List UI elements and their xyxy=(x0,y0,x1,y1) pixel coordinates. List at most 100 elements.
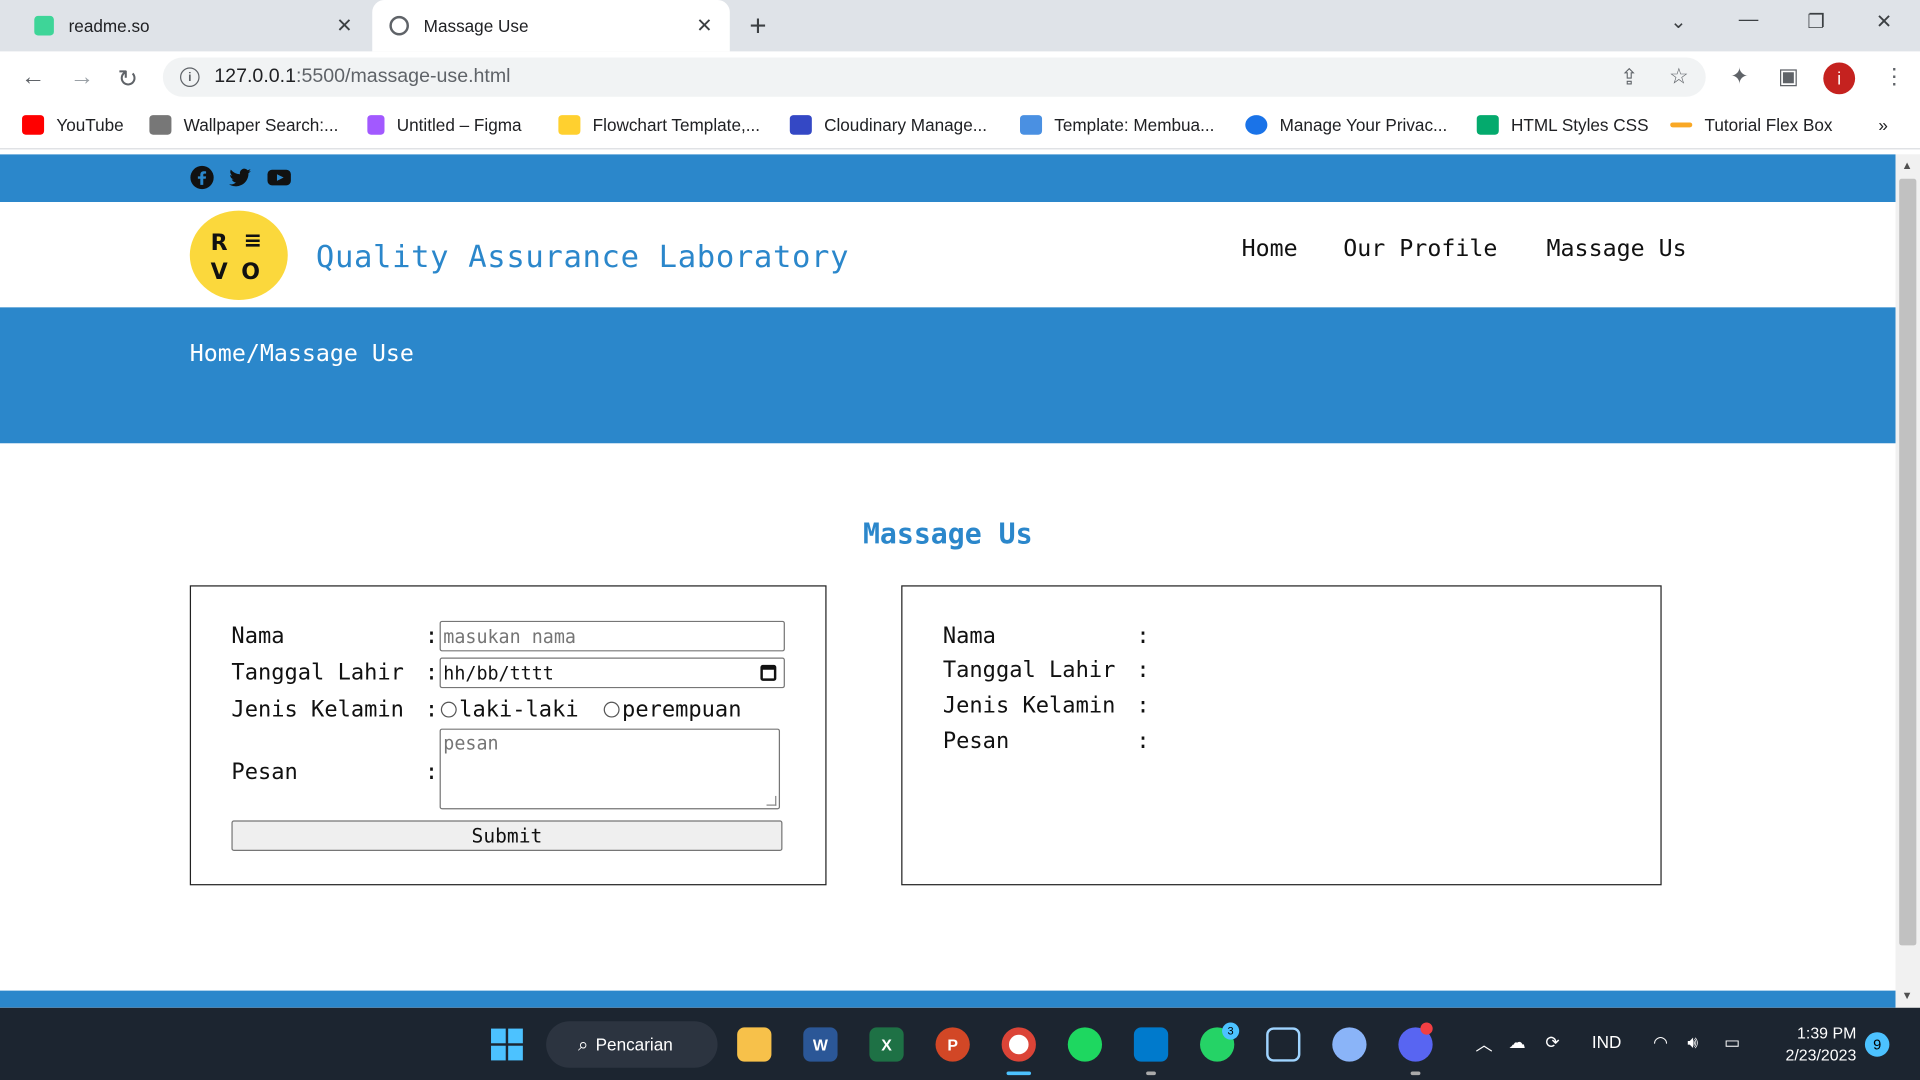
bookmark-html-styles[interactable]: HTML Styles CSS xyxy=(1476,115,1649,135)
resize-grip-icon[interactable] xyxy=(766,795,777,806)
submit-button[interactable]: Submit xyxy=(231,820,783,852)
tanggal-input[interactable]: hh/bb/tttt xyxy=(439,657,785,689)
youtube-icon[interactable] xyxy=(267,165,291,189)
search-icon: ⌕ xyxy=(577,1034,589,1055)
template-icon xyxy=(1020,115,1043,135)
powerpoint-icon[interactable]: P xyxy=(935,1027,970,1062)
forward-icon[interactable]: → xyxy=(70,64,94,92)
scroll-thumb[interactable] xyxy=(1899,178,1917,946)
tab-readme[interactable]: readme.so ✕ xyxy=(17,0,370,51)
site-footer xyxy=(0,990,1896,1008)
facebook-icon[interactable] xyxy=(190,165,214,190)
pesan-placeholder: pesan xyxy=(443,732,499,755)
url-text: 127.0.0.1:5500/massage-use.html xyxy=(214,66,510,88)
bookmark-privacy[interactable]: Manage Your Privac... xyxy=(1245,115,1447,135)
bookmarks-bar: YouTube Wallpaper Search:... Untitled – … xyxy=(0,102,1920,150)
scroll-down-icon[interactable]: ▼ xyxy=(1902,989,1913,1001)
colon: : xyxy=(424,759,439,785)
show-hidden-icons[interactable]: ︿ xyxy=(1476,1032,1493,1056)
taskbar-search[interactable]: ⌕ Pencarian xyxy=(546,1021,718,1068)
colon: : xyxy=(1136,657,1150,684)
nav-massage-us[interactable]: Massage Us xyxy=(1547,235,1687,262)
onedrive-icon[interactable]: ☁ xyxy=(1509,1032,1526,1053)
bookmark-label: Manage Your Privac... xyxy=(1279,115,1448,135)
logo-letter: V xyxy=(210,259,228,286)
bookmark-flexbox[interactable]: Tutorial Flex Box xyxy=(1670,115,1832,135)
restore-button[interactable]: ❐ xyxy=(1807,10,1825,34)
colon: : xyxy=(424,623,439,649)
notification-badge[interactable]: 9 xyxy=(1864,1032,1890,1057)
chrome-icon[interactable] xyxy=(1001,1027,1036,1062)
close-tab-icon[interactable]: ✕ xyxy=(336,13,352,37)
word-icon[interactable]: W xyxy=(803,1027,838,1062)
battery-icon[interactable]: ▭ xyxy=(1724,1032,1740,1053)
search-label: Pencarian xyxy=(595,1034,673,1055)
windows-start-icon[interactable] xyxy=(490,1027,524,1061)
tab-search-icon[interactable]: ⌄ xyxy=(1670,10,1686,34)
more-bookmarks-icon[interactable]: » xyxy=(1878,115,1888,135)
spotify-icon[interactable] xyxy=(1067,1027,1103,1062)
bookmark-template[interactable]: Template: Membua... xyxy=(1020,115,1214,135)
excel-icon[interactable]: X xyxy=(869,1027,904,1062)
site-header: R ≡ V O Quality Assurance Laboratory Hom… xyxy=(0,202,1896,308)
wallpaper-icon xyxy=(149,115,172,135)
menu-icon[interactable]: ⋮ xyxy=(1883,64,1905,90)
app-icon[interactable] xyxy=(1332,1027,1367,1062)
colon: : xyxy=(1136,728,1150,755)
new-tab-button[interactable]: + xyxy=(749,10,766,44)
profile-avatar[interactable]: i xyxy=(1823,62,1856,95)
clock[interactable]: 1:39 PM 2/23/2023 xyxy=(1763,1022,1857,1066)
jenis-label: Jenis Kelamin xyxy=(231,696,404,723)
address-bar[interactable]: i 127.0.0.1:5500/massage-use.html ⇪ ☆ xyxy=(162,57,1706,97)
site-logo[interactable]: R ≡ V O xyxy=(189,210,288,301)
date-placeholder: hh/bb/tttt xyxy=(443,661,554,684)
twitter-icon[interactable] xyxy=(228,165,252,189)
volume-icon[interactable]: 🔊︎ xyxy=(1687,1032,1698,1053)
close-window-button[interactable]: ✕ xyxy=(1876,10,1892,34)
clock-date: 2/23/2023 xyxy=(1785,1045,1857,1065)
extensions-icon[interactable]: ✦ xyxy=(1730,64,1748,90)
reload-icon[interactable]: ↻ xyxy=(118,64,139,95)
site-info-icon[interactable]: i xyxy=(180,67,200,87)
file-explorer-icon[interactable] xyxy=(737,1027,772,1062)
tab-strip: readme.so ✕ Massage Use ✕ + ⌄ — ❐ ✕ xyxy=(0,0,1920,52)
virtualbox-icon[interactable] xyxy=(1266,1027,1301,1062)
language-indicator[interactable]: IND xyxy=(1592,1032,1622,1052)
bookmark-label: Untitled – Figma xyxy=(396,115,522,135)
bookmark-youtube[interactable]: YouTube xyxy=(22,115,124,135)
bookmark-cloudinary[interactable]: Cloudinary Manage... xyxy=(789,115,987,135)
pesan-textarea[interactable]: pesan xyxy=(439,728,781,810)
bookmark-figma[interactable]: Untitled – Figma xyxy=(367,115,522,135)
radio-laki-laki[interactable] xyxy=(440,701,457,718)
wifi-icon[interactable]: ◠ xyxy=(1653,1032,1668,1053)
page-viewport: R ≡ V O Quality Assurance Laboratory Hom… xyxy=(0,154,1896,1008)
active-app-indicator xyxy=(1006,1071,1032,1076)
colon: : xyxy=(1136,693,1150,719)
back-icon[interactable]: ← xyxy=(21,64,45,92)
whatsapp-badge: 3 xyxy=(1222,1022,1240,1040)
clock-time: 1:39 PM xyxy=(1797,1023,1857,1043)
tab-title: Massage Use xyxy=(423,15,529,36)
nav-home[interactable]: Home xyxy=(1242,235,1298,262)
close-tab-icon[interactable]: ✕ xyxy=(696,13,712,37)
nav-our-profile[interactable]: Our Profile xyxy=(1343,235,1497,262)
sync-icon[interactable]: ⟳ xyxy=(1545,1032,1559,1053)
privacy-icon xyxy=(1245,115,1268,135)
page-scrollbar[interactable]: ▲ ▼ xyxy=(1895,154,1920,1008)
tab-massage-use[interactable]: Massage Use ✕ xyxy=(372,0,730,52)
calendar-icon[interactable] xyxy=(760,664,777,681)
share-icon[interactable]: ⇪ xyxy=(1620,65,1638,91)
site-title: Quality Assurance Laboratory xyxy=(315,238,850,275)
radio-perempuan[interactable] xyxy=(603,701,620,718)
social-strip xyxy=(0,154,1896,203)
bookmark-flowchart[interactable]: Flowchart Template,... xyxy=(558,115,760,135)
bookmark-wallpaper[interactable]: Wallpaper Search:... xyxy=(149,115,338,135)
nama-input[interactable]: masukan nama xyxy=(439,620,785,652)
minimize-button[interactable]: — xyxy=(1739,10,1759,32)
output-pesan-label: Pesan xyxy=(942,728,1010,755)
bookmark-star-icon[interactable]: ☆ xyxy=(1669,64,1689,90)
tab-title: readme.so xyxy=(68,15,150,36)
vscode-icon[interactable] xyxy=(1133,1027,1169,1062)
side-panel-icon[interactable]: ▣ xyxy=(1778,64,1799,90)
scroll-up-icon[interactable]: ▲ xyxy=(1902,159,1913,171)
